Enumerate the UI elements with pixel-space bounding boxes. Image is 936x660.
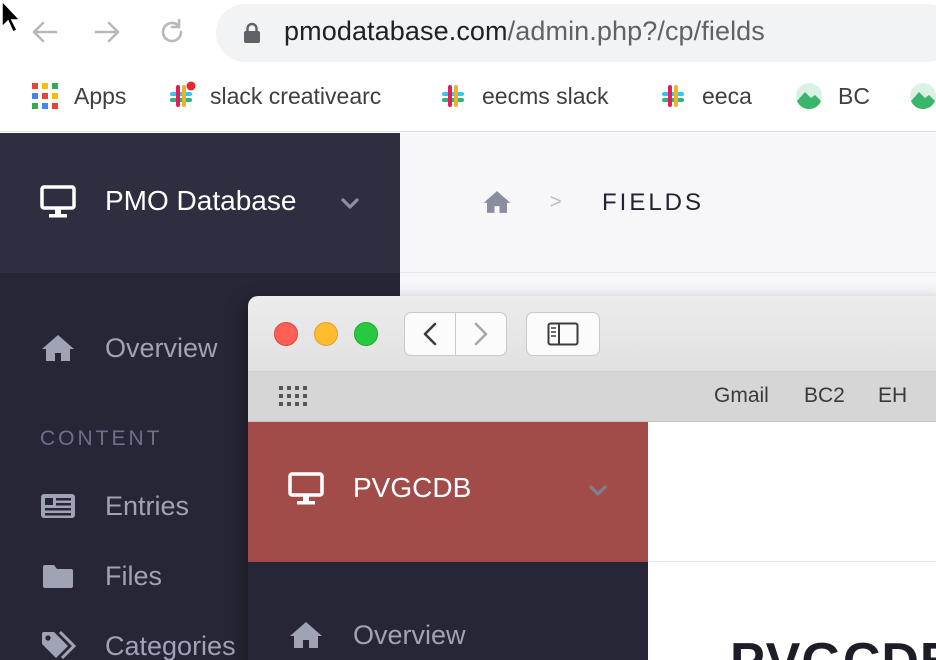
reload-button[interactable] [154, 14, 190, 50]
forward-button[interactable] [90, 14, 126, 50]
bookmark-eecms-slack[interactable]: eecms slack [438, 70, 609, 122]
mouse-cursor-icon [1, 0, 22, 34]
slack-icon [442, 85, 464, 107]
pvgcdb-main-area: PVGCDB [648, 422, 936, 660]
lock-icon [244, 22, 260, 43]
zoom-window-button[interactable] [354, 322, 378, 346]
address-bar[interactable]: pmodatabase.com/admin.php?/cp/fields [216, 4, 936, 62]
grid-icon[interactable] [278, 385, 308, 407]
monitor-icon [288, 472, 324, 505]
chevron-down-icon [589, 485, 607, 496]
bookmark-label: BC [838, 82, 870, 109]
breadcrumb: > FIELDS [400, 133, 936, 273]
breadcrumb-separator: > [550, 191, 562, 213]
back-button[interactable] [404, 312, 456, 356]
reload-icon [161, 18, 183, 43]
home-icon [290, 622, 322, 648]
home-icon [40, 332, 76, 364]
breadcrumb-current: FIELDS [602, 189, 705, 216]
sidebar-item-label: Overview [105, 332, 218, 363]
arrow-right-icon [94, 21, 120, 43]
tags-icon [40, 630, 76, 660]
monitor-icon [40, 185, 76, 218]
sidebar-item-overview[interactable]: Overview [248, 612, 648, 660]
site-switcher[interactable]: PVGCDB [248, 422, 648, 562]
safari-window: Gmail BC2 EH PVGCDB Overview PVGCDB [248, 296, 936, 660]
bookmark-bc[interactable]: BC [794, 70, 870, 122]
sidebar-item-label: Entries [105, 490, 190, 521]
sidebar-item-label: Files [105, 560, 163, 591]
bookmark-overflow[interactable] [908, 70, 936, 122]
folder-icon [40, 560, 76, 592]
bookmark-apps[interactable]: Apps [30, 70, 126, 122]
bookmark-label: Apps [74, 82, 127, 109]
browser-chrome: pmodatabase.com/admin.php?/cp/fields App… [0, 0, 936, 132]
bookmark-label: eecms slack [482, 82, 609, 109]
basecamp-icon [910, 83, 936, 109]
chevron-down-icon [341, 198, 359, 209]
bookmark-slack-creativearc[interactable]: slack creativearc [166, 70, 381, 122]
safari-toolbar [248, 296, 936, 372]
url-text: pmodatabase.com/admin.php?/cp/fields [284, 16, 765, 46]
chevron-left-icon [423, 322, 437, 346]
entries-icon [40, 490, 76, 522]
site-name: PMO Database [105, 185, 297, 216]
bookmarks-bar: Apps slack creativearc eecms slack eeca [0, 70, 936, 122]
forward-button[interactable] [455, 312, 507, 356]
sidebar-item-label: Categories [105, 630, 236, 660]
back-button[interactable] [26, 14, 62, 50]
section-heading: CONTENT [40, 427, 163, 450]
sidebar-toggle-button[interactable] [526, 312, 600, 356]
favorites-bar: Gmail BC2 EH [248, 372, 936, 422]
divider [648, 561, 936, 562]
close-window-button[interactable] [274, 322, 298, 346]
sidebar-icon [547, 322, 579, 346]
favorite-gmail[interactable]: Gmail [714, 384, 769, 408]
arrow-left-icon [32, 21, 58, 43]
apps-grid-icon [32, 83, 58, 109]
favorite-bc2[interactable]: BC2 [804, 384, 845, 408]
minimize-window-button[interactable] [314, 322, 338, 346]
home-icon[interactable] [482, 189, 512, 215]
favorite-eh[interactable]: EH [878, 384, 907, 408]
slack-icon [170, 81, 196, 107]
pvgcdb-sidebar: PVGCDB Overview [248, 422, 648, 660]
bookmark-label: slack creativearc [210, 82, 382, 109]
site-name: PVGCDB [353, 472, 472, 503]
page-title: PVGCDB [730, 632, 936, 660]
basecamp-icon [796, 83, 822, 109]
bookmark-label: eeca [702, 82, 752, 109]
sidebar-item-label: Overview [353, 620, 466, 650]
slack-icon [662, 85, 684, 107]
bookmark-eeca[interactable]: eeca [658, 70, 752, 122]
chevron-right-icon [474, 322, 488, 346]
site-switcher[interactable]: PMO Database [0, 133, 400, 273]
